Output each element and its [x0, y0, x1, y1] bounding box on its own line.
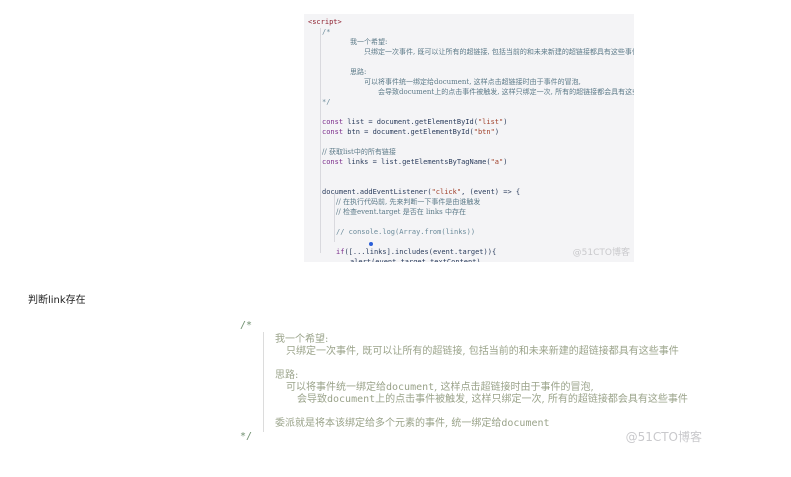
code-token: ) [503, 158, 508, 166]
code-token: // 获取list中的所有链接 [322, 148, 396, 156]
code-token: document.addEventListener( [322, 188, 432, 196]
comment-text: 上的点击事件被触发, 这样只绑定一次, 所有的超链接都会具有这些事件 [375, 394, 688, 405]
zoomed-comment: /* 我一个希望: 只绑定一次事件, 既可以让所有的超链接, 包括当前的和未来新建… [236, 318, 716, 446]
code-token: */ [322, 98, 331, 106]
code-line: 我一个希望: [308, 37, 630, 47]
code-token: "btn" [473, 128, 495, 136]
code-token: 可以将事件统一绑定给document, 这样点击超链接时由于事件的冒泡, [364, 78, 581, 86]
watermark: @51CTO博客 [572, 248, 630, 258]
comment-text: 可以将事件统一绑定给 [286, 382, 386, 393]
comment-line: 可以将事件统一绑定给document, 这样点击超链接时由于事件的冒泡, [286, 382, 594, 394]
code-token: "a" [490, 158, 504, 166]
watermark: @51CTO博客 [625, 430, 702, 444]
comment-text: document [386, 382, 435, 393]
comment-text: , 这样点击超链接时由于事件的冒泡, [434, 382, 594, 393]
code-token: btn = document.getElementById( [347, 128, 474, 136]
code-line: 思路: [308, 67, 630, 77]
code-token: 会导致document上的点击事件被触发, 这样只绑定一次, 所有的超链接都会具… [378, 88, 634, 96]
code-token: "list" [477, 118, 504, 126]
comment-line: 只绑定一次事件, 既可以让所有的超链接, 包括当前的和未来新建的超链接都具有这些… [286, 346, 679, 357]
code-line: // 检查event.target 是否在 links 中存在 [308, 207, 630, 217]
comment-close: */ [240, 431, 253, 442]
cursor-dot [369, 242, 373, 246]
code-line: document.addEventListener("click", (even… [308, 187, 630, 197]
code-token: ([...links].includes(event.target)){ [344, 248, 497, 256]
code-token: alert(event.target.textContent) [350, 258, 481, 262]
code-line: // console.log(Array.from(links)) [308, 227, 630, 237]
code-token: , (event) => { [461, 188, 521, 196]
code-token: 我一个希望: [350, 38, 388, 46]
comment-line: 我一个希望: [275, 334, 329, 345]
code-token: ) [503, 118, 508, 126]
code-token: const [322, 118, 348, 126]
code-line: /* [308, 27, 630, 37]
code-token: 只绑定一次事件, 既可以让所有的超链接, 包括当前的和未来新建的超链接都具有这些… [364, 48, 634, 56]
code-token: /* [322, 28, 331, 36]
code-lines: <script> /* 我一个希望: 只绑定一次事件, 既可以让所有的超链接, 包括当… [308, 17, 634, 262]
code-token: "click" [431, 188, 462, 196]
code-token: // 检查event.target 是否在 links 中存在 [336, 208, 466, 216]
code-token: list = document.getElementById( [347, 118, 478, 126]
code-line: */ [308, 97, 630, 107]
comment-text: 委派就是将本该绑定给多个元素的事件, 统一绑定给 [275, 418, 502, 429]
code-line: // 获取list中的所有链接 [308, 147, 630, 157]
code-line: const btn = document.getElementById("btn… [308, 127, 630, 137]
code-screenshot: <script> /* 我一个希望: 只绑定一次事件, 既可以让所有的超链接, 包括当… [304, 14, 634, 262]
code-line: <script> [308, 17, 630, 27]
code-token: const [322, 158, 348, 166]
code-line: const links = list.getElementsByTagName(… [308, 157, 630, 167]
code-token: const [322, 128, 348, 136]
caption: 判断link存在 [28, 295, 86, 306]
indent-guide [263, 332, 264, 432]
comment-line: 会导致document上的点击事件被触发, 这样只绑定一次, 所有的超链接都会具… [297, 394, 688, 406]
code-token: // 在执行代码前, 先来判断一下事件是由谁触发 [336, 198, 481, 206]
code-line: 只绑定一次事件, 既可以让所有的超链接, 包括当前的和未来新建的超链接都具有这些… [308, 47, 634, 57]
code-line: 会导致document上的点击事件被触发, 这样只绑定一次, 所有的超链接都会具… [308, 87, 634, 97]
code-token: <script> [308, 18, 342, 26]
comment-text: document [501, 418, 550, 429]
comment-line: 思路: [275, 370, 299, 381]
code-token: // console.log(Array.from(links)) [336, 228, 476, 236]
code-token: 思路: [350, 68, 367, 76]
comment-text: document [327, 394, 376, 405]
code-token: ) [494, 128, 500, 136]
comment-open: /* [240, 320, 253, 331]
code-token: links = list.getElementsByTagName( [347, 158, 491, 166]
code-line: // 在执行代码前, 先来判断一下事件是由谁触发 [308, 197, 630, 207]
code-line: 可以将事件统一绑定给document, 这样点击超链接时由于事件的冒泡, [308, 77, 630, 87]
code-line: const list = document.getElementById("li… [308, 117, 630, 127]
comment-text: 会导致 [297, 394, 327, 405]
comment-line: 委派就是将本该绑定给多个元素的事件, 统一绑定给document [275, 418, 550, 430]
